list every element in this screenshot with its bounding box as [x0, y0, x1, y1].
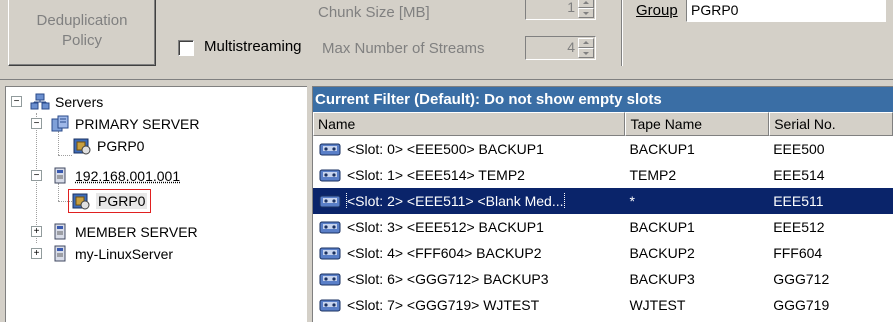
toolbar-separator — [621, 0, 623, 66]
slot-name-text: <Slot: 7> <GGG719> WJTEST — [347, 297, 540, 313]
tree-item-label: 192.168.001.001 — [75, 168, 181, 184]
highlight-box: PGRP0 — [68, 189, 152, 213]
tape-name-cell: WJTEST — [629, 297, 686, 313]
tape-name-cell: BACKUP2 — [629, 245, 695, 261]
serial-no-cell: EEE511 — [773, 193, 824, 209]
slot-name-cell: <Slot: 6> <GGG712> BACKUP3 — [313, 271, 625, 287]
tree-item-label: PGRP0 — [97, 138, 145, 154]
tape-name-cell: * — [629, 193, 635, 209]
computer-icon — [50, 245, 70, 263]
chunk-size-up-arrow-icon[interactable] — [578, 0, 594, 8]
slot-name-cell: <Slot: 1> <EEE514> TEMP2 — [313, 167, 625, 183]
collapse-toggle-icon[interactable]: − — [31, 118, 42, 129]
table-row[interactable]: <Slot: 1> <EEE514> TEMP2 TEMP2 EEE514 — [313, 162, 893, 188]
multistreaming-label: Multistreaming — [204, 38, 302, 55]
tree-item-label: Servers — [55, 94, 104, 110]
tree-item-label: PGRP0 — [96, 193, 148, 209]
tape-name-cell: BACKUP1 — [629, 219, 695, 235]
serial-no-cell: EEE500 — [773, 141, 825, 157]
table-row[interactable]: <Slot: 2> <EEE511> <Blank Med... * EEE511 — [313, 188, 893, 214]
expand-toggle-icon[interactable]: + — [31, 226, 42, 237]
slot-name-text: <Slot: 4> <FFF604> BACKUP2 — [347, 245, 542, 261]
deduplication-policy-button[interactable]: Deduplication Policy — [8, 0, 156, 66]
chunk-size-spinner[interactable]: 1 — [525, 0, 596, 20]
serial-no-cell: EEE514 — [773, 167, 825, 183]
slot-name-cell: <Slot: 0> <EEE500> BACKUP1 — [313, 141, 625, 157]
tape-cartridge-icon — [319, 141, 341, 157]
tree-item-servers[interactable]: Servers — [30, 91, 103, 113]
collapse-toggle-icon[interactable]: − — [11, 96, 22, 107]
collapse-toggle-icon[interactable]: − — [31, 170, 42, 181]
max-streams-value: 4 — [567, 39, 575, 55]
slot-name-cell: <Slot: 4> <FFF604> BACKUP2 — [313, 245, 625, 261]
library-icon — [72, 137, 92, 155]
chunk-size-label: Chunk Size [MB] — [318, 4, 430, 21]
max-streams-label: Max Number of Streams — [322, 40, 485, 57]
tape-cartridge-icon — [319, 193, 341, 209]
computer-icon — [50, 167, 70, 185]
column-header-serial-no[interactable]: Serial No. — [769, 112, 893, 136]
server-group-icon — [50, 115, 70, 133]
slot-name-cell: <Slot: 3> <EEE512> BACKUP1 — [313, 219, 625, 235]
tape-name-cell: BACKUP3 — [629, 271, 695, 287]
slot-name-text: <Slot: 1> <EEE514> TEMP2 — [347, 167, 525, 183]
column-header-tape-name[interactable]: Tape Name — [625, 112, 770, 136]
tree-item-label: PRIMARY SERVER — [75, 116, 200, 132]
table-row[interactable]: <Slot: 3> <EEE512> BACKUP1 BACKUP1 EEE512 — [313, 214, 893, 240]
serial-no-cell: EEE512 — [773, 219, 825, 235]
tape-cartridge-icon — [319, 271, 341, 287]
tape-cartridge-icon — [319, 167, 341, 183]
table-row[interactable]: <Slot: 4> <FFF604> BACKUP2 BACKUP2 FFF604 — [313, 240, 893, 266]
computer-icon — [50, 223, 70, 241]
tree-item-label: my-LinuxServer — [75, 246, 174, 262]
tree-connector — [58, 155, 72, 156]
table-row[interactable]: <Slot: 6> <GGG712> BACKUP3 BACKUP3 GGG712 — [313, 266, 893, 292]
table-row[interactable]: <Slot: 0> <EEE500> BACKUP1 BACKUP1 EEE500 — [313, 136, 893, 162]
server-tree: − Servers − PRIMARY SERVER PGRP0 − 192.1… — [5, 86, 307, 322]
tree-item-pgrp0-selected[interactable]: PGRP0 — [68, 187, 152, 215]
dedup-button-line1: Deduplication — [36, 12, 128, 29]
multistreaming-checkbox[interactable] — [178, 40, 194, 56]
max-streams-down-arrow-icon[interactable] — [578, 48, 594, 58]
list-body: <Slot: 0> <EEE500> BACKUP1 BACKUP1 EEE500 <… — [313, 136, 893, 318]
current-filter-bar: Current Filter (Default): Do not show em… — [313, 87, 893, 112]
group-label: Group — [636, 2, 678, 19]
slot-name-cell: <Slot: 7> <GGG719> WJTEST — [313, 297, 625, 313]
serial-no-cell: GGG712 — [773, 271, 830, 287]
slot-name-text: <Slot: 6> <GGG712> BACKUP3 — [347, 271, 549, 287]
tree-item-primary-server[interactable]: PRIMARY SERVER — [50, 113, 200, 135]
tape-name-cell: TEMP2 — [629, 167, 677, 183]
tape-cartridge-icon — [319, 219, 341, 235]
slot-name-text: <Slot: 3> <EEE512> BACKUP1 — [347, 219, 544, 235]
dedup-button-line2: Policy — [61, 32, 102, 49]
expand-toggle-icon[interactable]: + — [31, 248, 42, 259]
policy-toolbar: Deduplication Policy Multistreaming Chun… — [0, 0, 893, 80]
max-streams-up-arrow-icon[interactable] — [578, 38, 594, 48]
tree-item-label: MEMBER SERVER — [75, 224, 198, 240]
library-icon — [71, 192, 91, 210]
max-streams-spinner[interactable]: 4 — [525, 36, 596, 60]
slot-name-text: <Slot: 2> <EEE511> <Blank Med... — [346, 193, 565, 209]
serial-no-cell: GGG719 — [773, 297, 830, 313]
slot-name-text: <Slot: 0> <EEE500> BACKUP1 — [347, 141, 544, 157]
tree-item-192-168-001-001[interactable]: 192.168.001.001 — [50, 165, 180, 187]
tree-item-member-server[interactable]: MEMBER SERVER — [50, 221, 198, 243]
tape-name-cell: BACKUP1 — [629, 141, 695, 157]
tape-cartridge-icon — [319, 297, 341, 313]
list-header: Name Tape Name Serial No. — [313, 112, 893, 136]
slot-name-cell: <Slot: 2> <EEE511> <Blank Med... — [313, 193, 625, 209]
tape-cartridge-icon — [319, 245, 341, 261]
slot-list-panel: Current Filter (Default): Do not show em… — [312, 86, 893, 322]
group-field[interactable]: PGRP0 — [686, 0, 886, 22]
tree-item-pgrp0-primary[interactable]: PGRP0 — [72, 135, 144, 157]
table-row[interactable]: <Slot: 7> <GGG719> WJTEST WJTEST GGG719 — [313, 292, 893, 318]
chunk-size-down-arrow-icon[interactable] — [578, 8, 594, 18]
column-header-name[interactable]: Name — [313, 112, 626, 136]
tree-item-my-linuxserver[interactable]: my-LinuxServer — [50, 243, 173, 265]
chunk-size-value: 1 — [567, 0, 575, 15]
serial-no-cell: FFF604 — [773, 245, 823, 261]
servers-network-icon — [30, 93, 50, 111]
